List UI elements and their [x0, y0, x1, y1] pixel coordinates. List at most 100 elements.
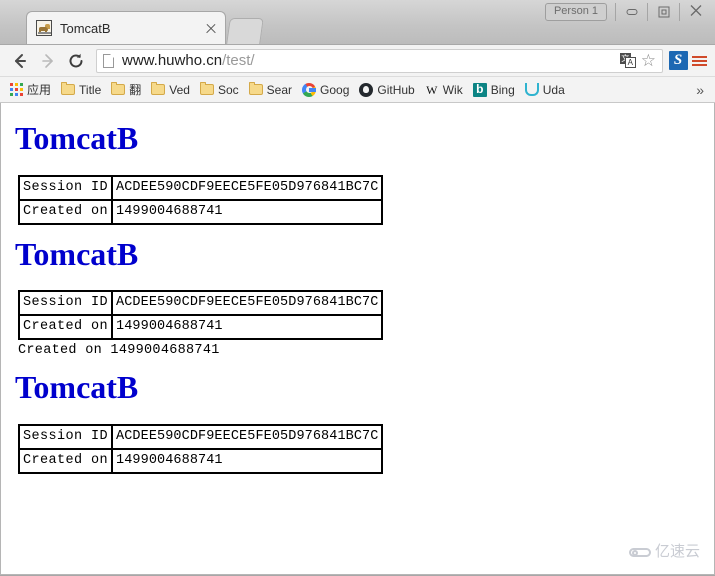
bookmark-item-soc[interactable]: Soc [195, 81, 244, 99]
created-on-value: 1499004688741 [112, 315, 383, 340]
session-id-label: Session ID [19, 175, 113, 200]
bookmark-item-uda[interactable]: Uda [520, 81, 570, 99]
url-host: www.huwho.cn [122, 52, 223, 69]
maximize-button[interactable] [647, 3, 679, 21]
bookmark-label: GitHub [377, 82, 415, 97]
bookmark-label: Ved [169, 82, 190, 97]
close-window-button[interactable] [679, 3, 711, 21]
apps-grid-icon [10, 83, 23, 96]
window-controls: Person 1 [544, 3, 711, 21]
folder-icon [61, 82, 76, 95]
translate-icon[interactable]: 文 A [619, 53, 636, 68]
created-on-label: Created on [19, 199, 113, 224]
close-tab-icon[interactable] [203, 20, 219, 36]
minimize-icon [626, 9, 637, 15]
google-icon [302, 82, 317, 97]
browser-window: TomcatB Person 1 www.huwho.cn/test/ A ☆ … [0, 0, 715, 576]
bookmark-item-github[interactable]: GitHub [354, 81, 419, 99]
bookmark-item-title[interactable]: Title [56, 81, 106, 99]
session-id-value: ACDEE590CDF9EECE5FE05D976841BC7C [112, 424, 383, 449]
session-table: Session ID ACDEE590CDF9EECE5FE05D976841B… [18, 290, 384, 341]
bookmark-item-ved[interactable]: Ved [146, 81, 195, 99]
page-heading: TomcatB [15, 369, 139, 406]
omnibox-actions: 文 A ☆ [619, 52, 658, 69]
profile-button[interactable]: Person 1 [544, 3, 607, 21]
page-heading: TomcatB [15, 120, 139, 156]
tab-title: TomcatB [60, 20, 111, 36]
created-on-value: 1499004688741 [112, 448, 383, 473]
bookmark-star-icon[interactable]: ☆ [641, 52, 656, 69]
extension-letter: S [668, 51, 688, 70]
session-table: Session ID ACDEE590CDF9EECE5FE05D976841B… [18, 174, 384, 225]
cloud-icon [628, 544, 651, 558]
session-block: TomcatB Session ID ACDEE590CDF9EECE5FE05… [9, 120, 706, 225]
tab-strip: TomcatB Person 1 [0, 0, 715, 45]
folder-icon [248, 82, 263, 95]
bookmark-label: Wik [442, 82, 463, 97]
bookmark-label: Bing [490, 82, 515, 97]
bookmark-item-sear[interactable]: Sear [244, 81, 297, 99]
bookmark-label: Sear [266, 82, 293, 97]
close-icon [690, 5, 702, 20]
table-row: Created on 1499004688741 [19, 199, 383, 224]
page-info-icon[interactable] [103, 53, 114, 68]
forward-button[interactable] [34, 47, 62, 75]
github-icon [359, 82, 374, 97]
table-row: Session ID ACDEE590CDF9EECE5FE05D976841B… [19, 175, 383, 200]
session-block: TomcatB Session ID ACDEE590CDF9EECE5FE05… [9, 235, 706, 359]
session-id-value: ACDEE590CDF9EECE5FE05D976841BC7C [112, 175, 383, 200]
back-arrow-icon [15, 53, 26, 68]
back-button[interactable] [6, 47, 34, 75]
wikipedia-icon: W [426, 82, 438, 97]
page-content: TomcatB Session ID ACDEE590CDF9EECE5FE05… [1, 103, 714, 474]
created-on-label: Created on [19, 315, 113, 340]
bookmark-label: Title [79, 82, 102, 97]
browser-tab-tomcatb[interactable]: TomcatB [26, 11, 226, 44]
bookmark-apps[interactable]: 应用 [5, 79, 56, 100]
session-table: Session ID ACDEE590CDF9EECE5FE05D976841B… [18, 423, 384, 474]
url-text: www.huwho.cn/test/ [122, 52, 255, 69]
session-block: TomcatB Session ID ACDEE590CDF9EECE5FE05… [9, 371, 706, 474]
bookmark-label: Uda [542, 82, 565, 97]
bookmark-label: Soc [217, 82, 239, 97]
created-on-value: 1499004688741 [112, 199, 383, 224]
page-viewport: TomcatB Session ID ACDEE590CDF9EECE5FE05… [0, 103, 715, 576]
folder-icon [151, 82, 166, 95]
maximize-icon [658, 6, 669, 18]
folder-icon [199, 82, 214, 95]
bookmarks-bar: 应用 Title 翻 Ved Soc Sear Goog GitHub W Wi… [0, 77, 715, 103]
reload-icon [69, 53, 83, 67]
url-path: /test/ [222, 52, 255, 69]
bookmark-item-fan[interactable]: 翻 [106, 79, 146, 100]
page-heading: TomcatB [15, 235, 139, 272]
created-on-plain-text: Created on 1499004688741 [18, 343, 220, 359]
minimize-button[interactable] [615, 3, 647, 21]
extension-button-sogou[interactable]: S [667, 50, 689, 72]
tomcat-cat-icon [36, 20, 52, 36]
bing-icon [472, 82, 487, 97]
watermark-text: 亿速云 [654, 543, 700, 560]
reload-button[interactable] [62, 47, 90, 75]
new-tab-button[interactable] [226, 18, 264, 44]
session-id-label: Session ID [19, 291, 113, 316]
udacity-icon [524, 83, 539, 96]
browser-toolbar: www.huwho.cn/test/ 文 A ☆ S [0, 45, 715, 77]
bookmark-label: Goog [320, 82, 350, 97]
table-row: Created on 1499004688741 [19, 448, 383, 473]
bookmark-item-wik[interactable]: W Wik [420, 81, 468, 99]
bookmarks-overflow-button[interactable]: » [690, 82, 710, 98]
created-on-label: Created on [19, 448, 113, 473]
watermark: 亿速云 [628, 540, 700, 561]
translate-icon-letter: A [624, 57, 636, 68]
forward-arrow-icon [42, 53, 53, 68]
browser-menu-button[interactable] [689, 50, 709, 72]
address-bar[interactable]: www.huwho.cn/test/ 文 A ☆ [96, 48, 663, 73]
bookmark-item-bing[interactable]: Bing [468, 81, 520, 99]
bookmark-item-goog[interactable]: Goog [297, 81, 354, 99]
folder-icon [111, 82, 126, 95]
bookmark-label: 翻 [129, 83, 142, 97]
table-row: Session ID ACDEE590CDF9EECE5FE05D976841B… [19, 291, 383, 316]
table-row: Created on 1499004688741 [19, 315, 383, 340]
bookmark-apps-label: 应用 [27, 83, 52, 97]
table-row: Session ID ACDEE590CDF9EECE5FE05D976841B… [19, 424, 383, 449]
